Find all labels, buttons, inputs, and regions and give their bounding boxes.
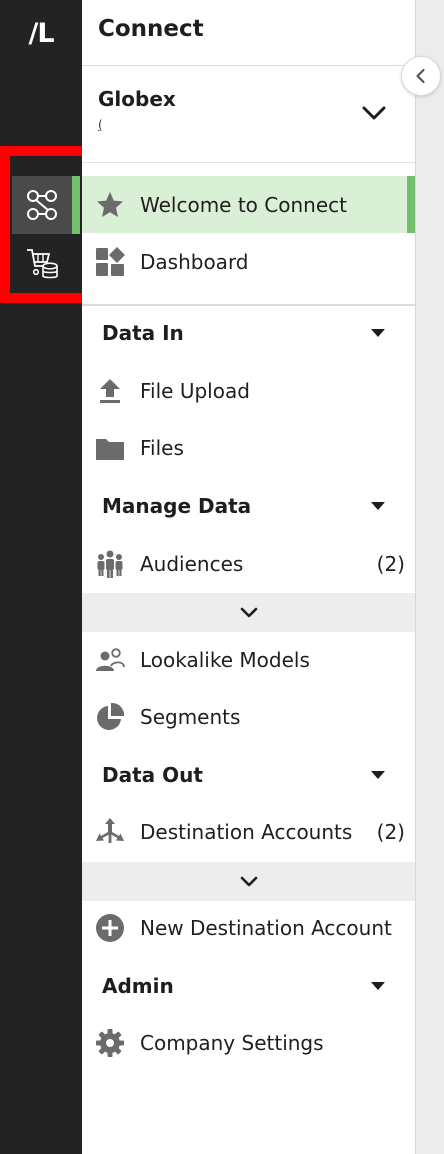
nav-item-files[interactable]: Files: [82, 419, 415, 476]
nav-item-label: Segments: [140, 704, 241, 729]
lookalike-people-icon: [94, 644, 126, 676]
dashboard-icon: [94, 246, 126, 278]
workflow-icon: [27, 190, 57, 220]
caret-down-icon[interactable]: [371, 329, 385, 337]
section-divider: [82, 304, 415, 306]
panel-title: Connect: [98, 16, 204, 42]
rail-workflow-button[interactable]: [12, 176, 72, 234]
rail-active-indicator: [72, 176, 80, 234]
panel-header: Connect: [82, 0, 415, 66]
nav-item-label: Lookalike Models: [140, 647, 310, 672]
org-name: Globex: [98, 87, 176, 111]
distribute-arrows-icon: [94, 816, 126, 848]
section-title: Data In: [102, 321, 184, 345]
audiences-expand-toggle[interactable]: [82, 593, 415, 632]
upload-icon: [94, 375, 126, 407]
nav-item-label: Audiences: [140, 551, 244, 576]
nav-item-label: Welcome to Connect: [140, 192, 347, 217]
section-title: Manage Data: [102, 494, 252, 518]
nav-item-company-settings[interactable]: Company Settings: [82, 1014, 415, 1071]
caret-down-icon[interactable]: [371, 982, 385, 990]
pie-chart-icon: [94, 701, 126, 733]
plus-circle-icon: [94, 912, 126, 944]
app-logo[interactable]: /L: [0, 0, 82, 66]
org-sub-link[interactable]: (: [98, 118, 103, 132]
destination-accounts-count: (2): [376, 819, 405, 844]
star-icon: [94, 189, 126, 221]
section-manage-data[interactable]: Manage Data: [82, 486, 415, 526]
section-data-in[interactable]: Data In: [82, 313, 415, 353]
nav-item-dashboard[interactable]: Dashboard: [82, 233, 415, 290]
nav-item-label: Dashboard: [140, 249, 249, 274]
nav-item-welcome[interactable]: Welcome to Connect: [82, 176, 415, 233]
nav-item-destination-accounts[interactable]: Destination Accounts (2): [82, 803, 415, 860]
caret-down-icon[interactable]: [371, 771, 385, 779]
chevron-down-icon[interactable]: [361, 100, 387, 126]
audience-group-icon: [94, 548, 126, 580]
chevron-left-icon: [416, 68, 425, 84]
chevron-down-icon: [240, 607, 257, 617]
nav-item-label: Files: [140, 435, 184, 460]
nav-item-audiences[interactable]: Audiences (2): [82, 535, 415, 592]
nav-item-file-upload[interactable]: File Upload: [82, 362, 415, 419]
caret-down-icon[interactable]: [371, 502, 385, 510]
panel-border: [415, 0, 416, 1154]
nav-item-label: File Upload: [140, 378, 250, 403]
section-title: Data Out: [102, 763, 203, 787]
nav-item-label: Destination Accounts: [140, 819, 353, 844]
navigation-panel: Connect Globex ( Welcome to Connect Dash…: [82, 0, 415, 1154]
nav-item-label: New Destination Account: [140, 915, 392, 940]
section-data-out[interactable]: Data Out: [82, 755, 415, 795]
chevron-down-icon: [240, 876, 257, 886]
destination-accounts-expand-toggle[interactable]: [82, 862, 415, 901]
icon-rail: /L: [0, 0, 94, 1154]
org-selector[interactable]: Globex (: [82, 66, 415, 163]
folder-icon: [94, 432, 126, 464]
nav-item-lookalike-models[interactable]: Lookalike Models: [82, 631, 415, 688]
selected-indicator: [407, 176, 415, 233]
cart-database-icon: [27, 249, 58, 279]
nav-item-segments[interactable]: Segments: [82, 688, 415, 745]
nav-item-label: Company Settings: [140, 1030, 324, 1055]
section-title: Admin: [102, 974, 174, 998]
audiences-count: (2): [376, 551, 405, 576]
rail-commerce-data-button[interactable]: [12, 234, 72, 292]
nav-item-new-destination-account[interactable]: New Destination Account: [82, 899, 415, 956]
gear-icon: [94, 1027, 126, 1059]
section-admin[interactable]: Admin: [82, 966, 415, 1006]
collapse-panel-button[interactable]: [401, 56, 441, 96]
